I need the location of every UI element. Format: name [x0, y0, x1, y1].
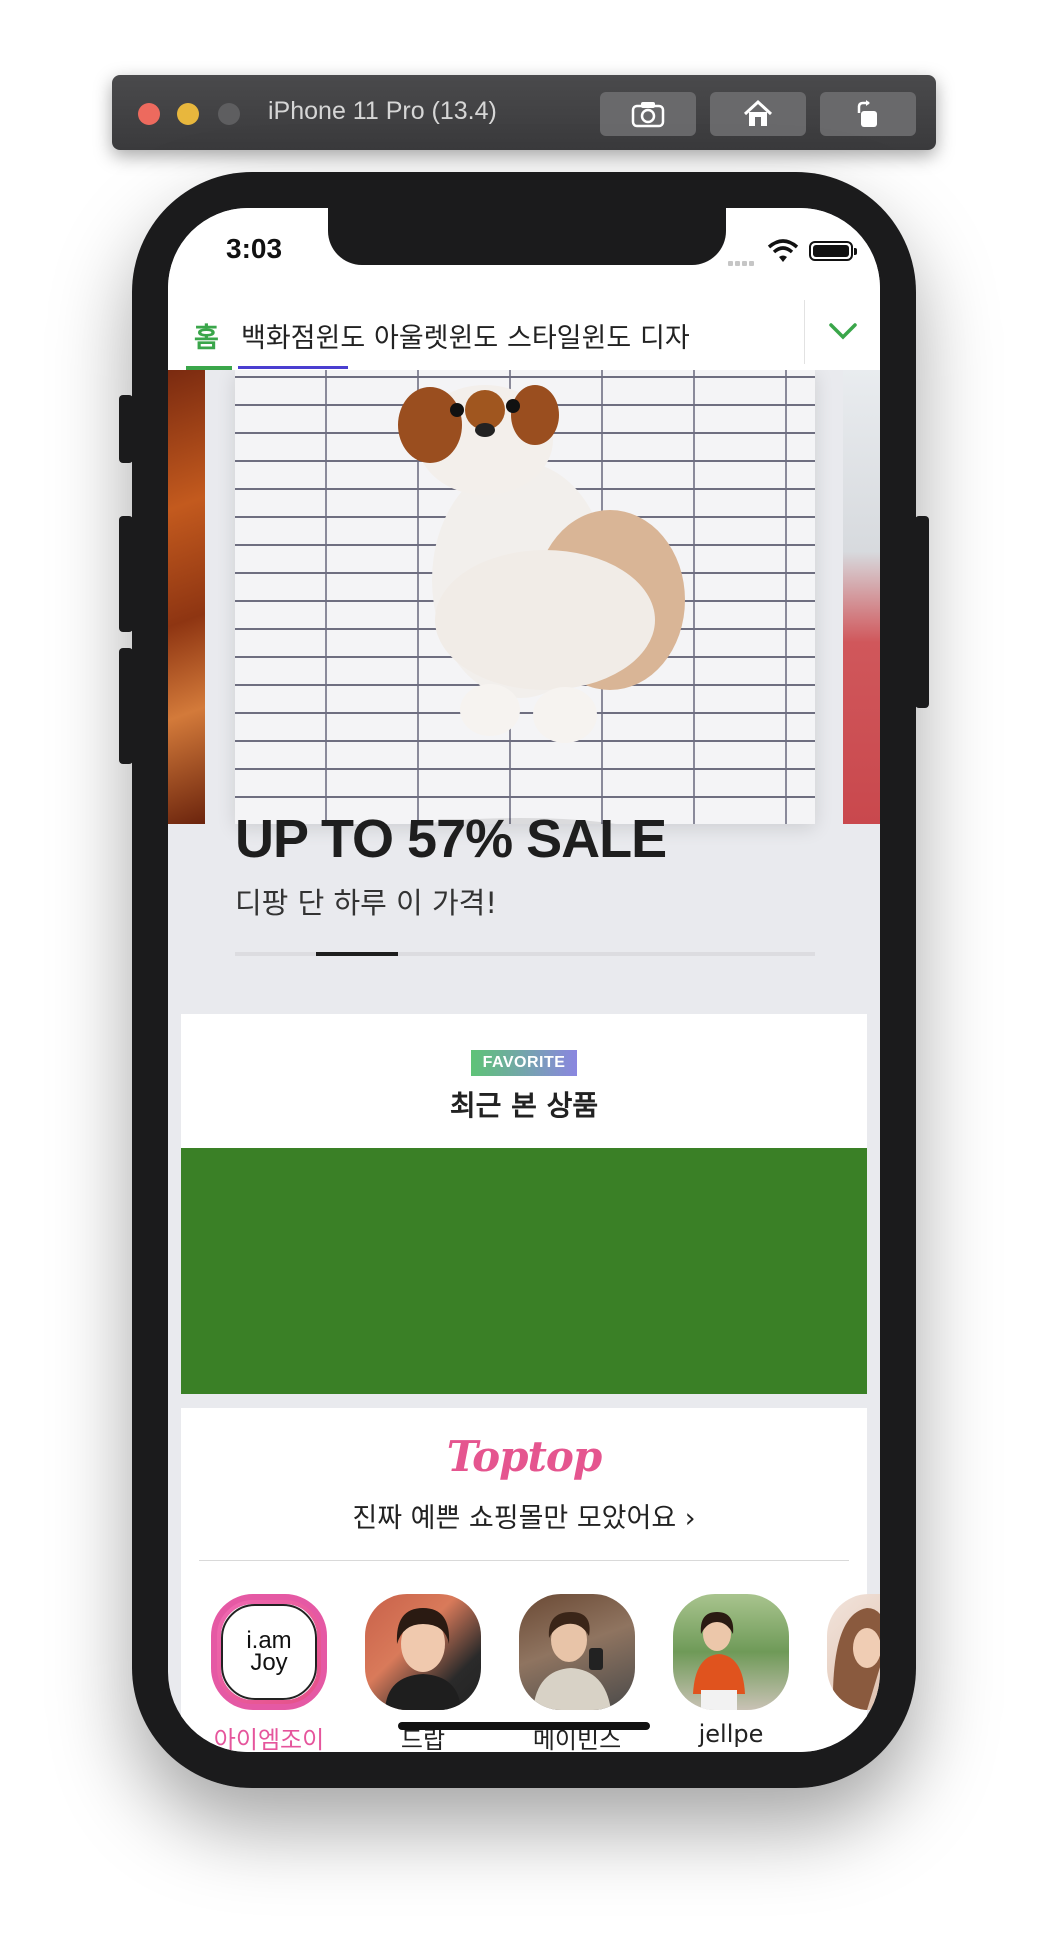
shop-item[interactable]: 마인 — [827, 1594, 880, 1752]
toptop-tagline: 진짜 예쁜 쇼핑몰만 모았어요 — [352, 1503, 677, 1534]
shop-item[interactable]: jellpe — [673, 1594, 789, 1748]
home-indicator — [398, 1722, 650, 1730]
silent-switch — [119, 395, 133, 463]
notch — [328, 208, 726, 265]
recently-viewed-section: FAVORITE 최근 본 상품 — [181, 1014, 867, 1394]
banner-slide-previous[interactable] — [168, 370, 205, 824]
volume-up-button — [119, 516, 133, 632]
phone-screen: UP TO 57% SALE 디팡 단 하루 이 가격! 3:03 홈 백화점윈… — [168, 208, 880, 1752]
shop-photo — [385, 1608, 461, 1710]
banner-carousel[interactable]: UP TO 57% SALE 디팡 단 하루 이 가격! — [168, 370, 880, 970]
screenshot-button[interactable] — [600, 92, 696, 136]
shop-name: 아이엠조이 — [213, 1726, 325, 1752]
wifi-icon — [767, 239, 799, 262]
recently-viewed-content[interactable] — [181, 1148, 867, 1394]
rotate-button[interactable] — [820, 92, 916, 136]
shop-avatar — [365, 1594, 481, 1710]
simulator-title: iPhone 11 Pro (13.4) — [268, 97, 497, 125]
banner-slide-image[interactable] — [235, 370, 815, 824]
expand-tabs-button[interactable] — [818, 306, 868, 356]
chevron-down-icon — [829, 323, 857, 340]
banner-subtitle: 디팡 단 하루 이 가격! — [235, 886, 497, 920]
shop-avatar — [673, 1594, 789, 1710]
active-tab-indicator — [186, 366, 232, 370]
screenshot-icon — [631, 102, 665, 128]
shop-item[interactable]: i.am Joy 아이엠조이 — [211, 1594, 327, 1752]
tab-department-window[interactable]: 백화점윈도 — [241, 316, 365, 355]
category-tab-bar: 홈 백화점윈도 아울렛윈도 스타일윈도 디자 — [168, 294, 880, 370]
banner-title: UP TO 57% SALE — [235, 809, 667, 869]
home-icon — [743, 99, 773, 126]
close-window-button[interactable] — [138, 103, 160, 125]
shop-photo — [693, 1612, 745, 1710]
favorite-badge: FAVORITE — [471, 1050, 577, 1076]
shop-name: 마인 — [862, 1726, 880, 1752]
shop-name: jellpe — [698, 1720, 764, 1748]
carousel-progress-fill — [316, 952, 398, 956]
shop-avatar: i.am Joy — [211, 1594, 327, 1710]
shop-avatar — [827, 1594, 880, 1710]
shop-photo — [832, 1608, 880, 1710]
banner-slide-next[interactable] — [843, 370, 880, 824]
rotate-icon — [857, 100, 877, 127]
home-button[interactable] — [710, 92, 806, 136]
dog-photo — [398, 385, 685, 824]
iamjoy-logo: i.am Joy — [221, 1604, 317, 1700]
shop-photo — [533, 1612, 611, 1710]
tab-scroll-indicator — [238, 366, 348, 369]
chevron-right-icon: › — [684, 1503, 696, 1534]
carousel-progress-track — [235, 952, 815, 956]
simulator-toolbar: iPhone 11 Pro (13.4) — [112, 75, 936, 150]
shop-item[interactable]: 메이빈스 — [519, 1594, 635, 1752]
minimize-window-button[interactable] — [177, 103, 199, 125]
recently-viewed-title: 최근 본 상품 — [449, 1089, 599, 1122]
shop-avatar — [519, 1594, 635, 1710]
toptop-section: Toptop 진짜 예쁜 쇼핑몰만 모았어요 › i.am Joy 아이엠조이 — [181, 1408, 880, 1752]
battery-icon — [809, 241, 857, 261]
power-button — [915, 516, 929, 708]
tab-design-window[interactable]: 디자 — [640, 316, 690, 355]
tab-home[interactable]: 홈 — [194, 316, 219, 355]
zoom-window-button[interactable] — [218, 103, 240, 125]
tab-style-window[interactable]: 스타일윈도 — [507, 316, 631, 355]
toptop-logo: Toptop — [446, 1432, 603, 1481]
cellular-signal-icon — [728, 251, 756, 270]
tab-outlet-window[interactable]: 아울렛윈도 — [374, 316, 498, 355]
shop-item[interactable]: 드랍 — [365, 1594, 481, 1752]
volume-down-button — [119, 648, 133, 764]
status-time: 3:03 — [226, 233, 283, 264]
toptop-tagline-link[interactable]: 진짜 예쁜 쇼핑몰만 모았어요 › — [181, 1496, 867, 1535]
